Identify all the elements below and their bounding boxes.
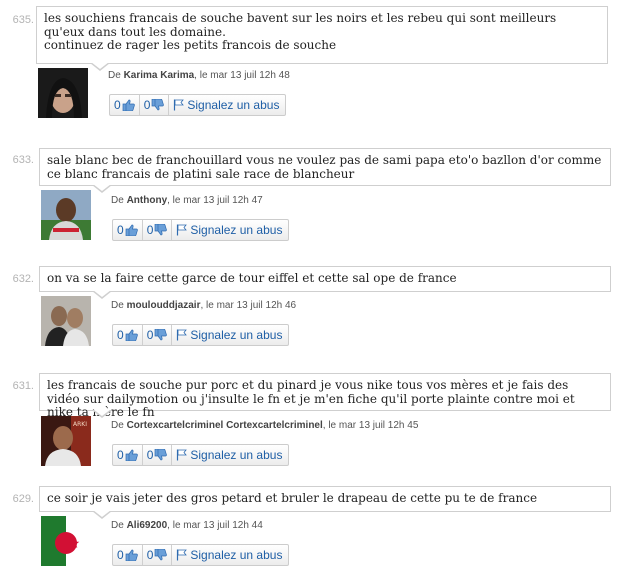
dislike-count: 0 <box>146 548 154 562</box>
dislike-button[interactable]: 0 <box>140 95 170 115</box>
dislike-button[interactable]: 0 <box>143 325 173 345</box>
comment-text: on va se la faire cette garce de tour ei… <box>47 271 457 285</box>
comment-number: 632. <box>12 273 34 285</box>
comment-actions: 0 0 Signalez un abus <box>112 324 290 346</box>
like-button[interactable]: 0 <box>113 220 143 240</box>
thumbs-down-icon <box>155 449 168 461</box>
comment-meta: De Ali69200, le mar 13 juil 12h 44 <box>111 520 263 531</box>
comment-date: , le mar 13 juil 12h 47 <box>167 195 263 206</box>
dislike-button[interactable]: 0 <box>143 445 173 465</box>
like-button[interactable]: 0 <box>113 545 143 565</box>
like-button[interactable]: 0 <box>110 95 140 115</box>
avatar[interactable] <box>41 516 91 566</box>
like-button[interactable]: 0 <box>113 325 143 345</box>
dislike-button[interactable]: 0 <box>143 220 173 240</box>
avatar[interactable] <box>38 68 88 118</box>
comment-date: , le mar 13 juil 12h 48 <box>194 70 290 81</box>
comment-number: 635. <box>12 14 34 26</box>
flag-icon <box>177 449 188 461</box>
comment-meta: De Anthony, le mar 13 juil 12h 47 <box>111 195 263 206</box>
comment-text: continuez de rager les petits francois d… <box>44 38 337 52</box>
flag-icon <box>174 99 185 111</box>
comment-meta: De Karima Karima, le mar 13 juil 12h 48 <box>108 70 290 81</box>
report-abuse-link[interactable]: Signalez un abus <box>172 545 288 565</box>
flag-icon <box>177 329 188 341</box>
dislike-count: 0 <box>143 98 151 112</box>
like-count: 0 <box>114 98 121 112</box>
report-abuse-link[interactable]: Signalez un abus <box>172 220 288 240</box>
avatar[interactable]: ARKI <box>41 416 91 466</box>
avatar[interactable] <box>41 296 91 346</box>
comment-bubble: sale blanc bec de franchouillard vous ne… <box>39 148 611 186</box>
comment-date: , le mar 13 juil 12h 46 <box>200 300 297 311</box>
bubble-tail <box>92 184 112 193</box>
flag-icon <box>177 549 188 561</box>
comment-meta: De Cortexcartelcriminel Cortexcartelcrim… <box>111 420 419 431</box>
like-count: 0 <box>117 448 124 462</box>
thumbs-down-icon <box>155 329 168 341</box>
comment-actions: 0 0 Signalez un abus <box>112 219 290 241</box>
report-abuse-link[interactable]: Signalez un abus <box>169 95 285 115</box>
thumbs-down-icon <box>155 224 168 236</box>
like-button[interactable]: 0 <box>113 445 143 465</box>
dislike-count: 0 <box>146 223 154 237</box>
author-name[interactable]: Anthony <box>127 195 168 206</box>
comment-date: , le mar 13 juil 12h 45 <box>322 420 419 431</box>
thumbs-down-icon <box>155 549 168 561</box>
comment-number: 631. <box>12 380 34 392</box>
author-name[interactable]: Karima Karima <box>124 70 195 81</box>
thumbs-down-icon <box>152 99 165 111</box>
thumbs-up-icon <box>122 99 135 111</box>
comment-number: 633. <box>12 154 34 166</box>
svg-text:ARKI: ARKI <box>73 421 87 428</box>
bubble-tail <box>90 62 110 71</box>
bubble-tail <box>92 510 112 519</box>
like-count: 0 <box>117 223 124 237</box>
author-name[interactable]: Ali69200 <box>127 520 168 531</box>
comment-bubble: les souchiens francais de souche bavent … <box>36 6 608 64</box>
comment-bubble: on va se la faire cette garce de tour ei… <box>39 266 611 292</box>
comment-text: sale blanc bec de franchouillard vous ne… <box>47 153 602 181</box>
like-count: 0 <box>117 328 124 342</box>
thumbs-up-icon <box>125 329 138 341</box>
thumbs-up-icon <box>125 549 138 561</box>
algeria-flag-icon <box>41 516 91 566</box>
report-abuse-link[interactable]: Signalez un abus <box>172 445 288 465</box>
comment-text: les francais de souche pur porc et du pi… <box>47 378 575 419</box>
comment-meta: De moulouddjazair, le mar 13 juil 12h 46 <box>111 300 297 311</box>
comment-text: les souchiens francais de souche bavent … <box>44 11 557 39</box>
flag-icon <box>177 224 188 236</box>
comment-date: , le mar 13 juil 12h 44 <box>167 520 263 531</box>
comment-actions: 0 0 Signalez un abus <box>109 94 287 116</box>
bubble-tail <box>92 409 112 418</box>
thumbs-up-icon <box>125 224 138 236</box>
dislike-button[interactable]: 0 <box>143 545 173 565</box>
comment-actions: 0 0 Signalez un abus <box>112 544 290 566</box>
comment-bubble: les francais de souche pur porc et du pi… <box>39 373 611 419</box>
author-name[interactable]: Cortexcartelcriminel Cortexcartelcrimine… <box>127 420 323 431</box>
comment-bubble: ce soir je vais jeter des gros petard et… <box>39 486 611 512</box>
comment-text: ce soir je vais jeter des gros petard et… <box>47 491 538 505</box>
author-name[interactable]: moulouddjazair <box>127 300 201 311</box>
thumbs-up-icon <box>125 449 138 461</box>
comment-number: 629. <box>12 493 34 505</box>
report-abuse-link[interactable]: Signalez un abus <box>172 325 288 345</box>
dislike-count: 0 <box>146 328 154 342</box>
comment-actions: 0 0 Signalez un abus <box>112 444 290 466</box>
dislike-count: 0 <box>146 448 154 462</box>
bubble-tail <box>92 290 112 299</box>
avatar[interactable] <box>41 190 91 240</box>
like-count: 0 <box>117 548 124 562</box>
